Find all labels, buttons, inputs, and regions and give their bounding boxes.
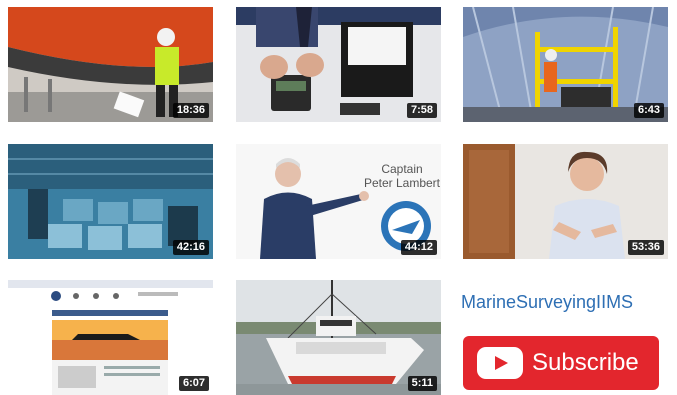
video-duration: 44:12 bbox=[400, 240, 437, 255]
video-thumbnail-hull-scaffolding[interactable]: 6:43 bbox=[463, 7, 668, 122]
video-thumbnail-cargo-stacks[interactable]: 42:16 bbox=[8, 144, 213, 259]
video-thumbnail-fishing-vessel[interactable]: 5:11 bbox=[236, 280, 441, 395]
video-duration: 7:58 bbox=[406, 103, 437, 118]
video-duration: 6:43 bbox=[633, 103, 664, 118]
video-thumbnail-website-screen[interactable]: 6:07 bbox=[8, 280, 213, 395]
overlay-title-line1: Captain bbox=[381, 162, 423, 176]
youtube-play-icon bbox=[477, 347, 523, 379]
video-thumbnail-presenter-talk[interactable]: 53:36 bbox=[463, 144, 668, 259]
video-duration: 6:07 bbox=[178, 376, 209, 391]
video-duration: 42:16 bbox=[172, 240, 209, 255]
video-overlay-title: Captain Peter Lambert bbox=[362, 162, 441, 190]
overlay-title-line2: Peter Lambert bbox=[363, 176, 441, 190]
video-thumbnail-moisture-meter[interactable]: 7:58 bbox=[236, 7, 441, 122]
video-duration: 5:11 bbox=[407, 376, 437, 391]
subscribe-button[interactable]: Subscribe bbox=[463, 336, 659, 390]
channel-name-link[interactable]: MarineSurveyingIIMS bbox=[461, 292, 671, 313]
video-thumbnail-ship-hull-inspection[interactable]: 18:36 bbox=[8, 7, 213, 122]
video-duration: 18:36 bbox=[172, 103, 209, 118]
video-thumbnail-captain-peter-lambert[interactable]: Captain Peter Lambert 44:12 bbox=[236, 144, 441, 259]
video-duration: 53:36 bbox=[627, 240, 664, 255]
subscribe-label: Subscribe bbox=[532, 349, 639, 376]
